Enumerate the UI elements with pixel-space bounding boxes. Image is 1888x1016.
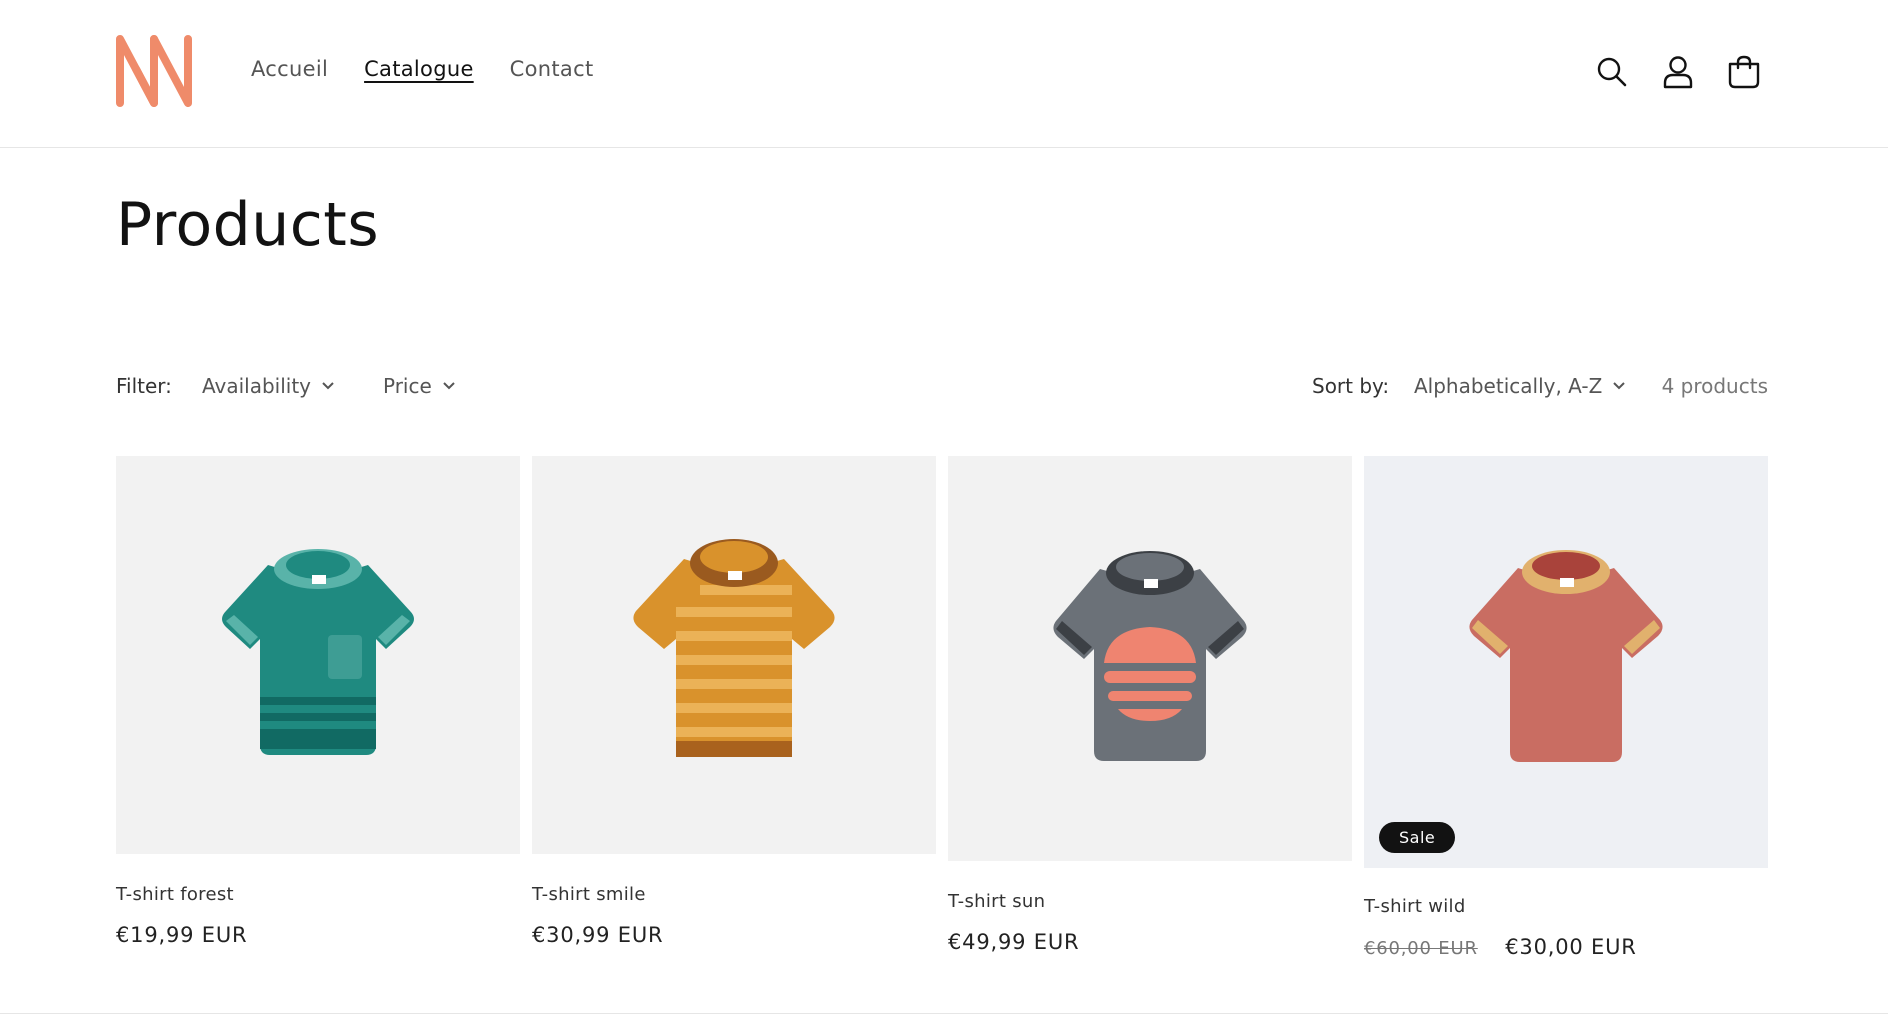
divider [0,1013,1888,1014]
availability-label: Availability [202,374,312,398]
price-filter-label: Price [383,374,432,398]
nav-contact[interactable]: Contact [510,57,594,81]
product-card[interactable]: T-shirt sun €49,99 EUR [948,456,1352,954]
product-image[interactable] [116,456,520,854]
sort-select[interactable]: Alphabetically, A-Z [1414,374,1626,398]
product-price: €19,99 EUR [116,923,248,947]
original-price: €60,00 EUR [1364,938,1478,959]
page-title: Products [116,190,380,260]
product-image[interactable]: Sale [1364,456,1768,868]
search-icon [1597,57,1627,87]
search-button[interactable] [1590,50,1634,94]
chevron-down-icon [443,382,455,390]
sale-price: €30,00 EUR [1505,935,1637,959]
product-name[interactable]: T-shirt forest [116,884,520,905]
cart-button[interactable] [1722,50,1766,94]
product-card[interactable]: T-shirt forest €19,99 EUR [116,456,520,947]
sort-value: Alphabetically, A-Z [1414,374,1603,398]
nav-accueil[interactable]: Accueil [251,57,328,81]
product-count: 4 products [1661,374,1768,398]
cart-icon [1728,55,1760,89]
product-name[interactable]: T-shirt smile [532,884,936,905]
product-price: €60,00 EUR €30,00 EUR [1364,935,1768,959]
product-card[interactable]: T-shirt smile €30,99 EUR [532,456,936,947]
tshirt-image [1053,550,1247,761]
product-price: €49,99 EUR [948,930,1080,954]
product-price: €30,99 EUR [532,923,664,947]
filter-label: Filter: [116,374,172,398]
price-filter[interactable]: Price [383,374,456,398]
sale-badge: Sale [1379,822,1456,853]
sort-label: Sort by: [1312,374,1390,398]
tshirt-image [633,539,835,757]
chevron-down-icon [1613,382,1626,390]
product-image[interactable] [948,456,1352,861]
main-nav: Accueil Catalogue Contact [251,57,593,81]
chevron-down-icon [322,382,334,390]
product-name[interactable]: T-shirt wild [1364,896,1768,917]
site-header: Accueil Catalogue Contact [0,0,1888,148]
tshirt-image [222,549,414,755]
tshirt-image [1469,550,1663,762]
filter-bar: Filter: Availability Price Sort by: Alph… [116,372,1768,404]
availability-filter[interactable]: Availability [202,374,335,398]
nav-catalogue[interactable]: Catalogue [364,57,474,81]
product-card[interactable]: Sale T-shirt wild €60,00 EUR €30,00 EUR [1364,456,1768,959]
brand-logo[interactable] [114,33,194,107]
product-name[interactable]: T-shirt sun [948,891,1352,912]
account-icon [1663,56,1693,89]
account-button[interactable] [1656,50,1700,94]
product-image[interactable] [532,456,936,854]
header-icons [1590,50,1766,94]
